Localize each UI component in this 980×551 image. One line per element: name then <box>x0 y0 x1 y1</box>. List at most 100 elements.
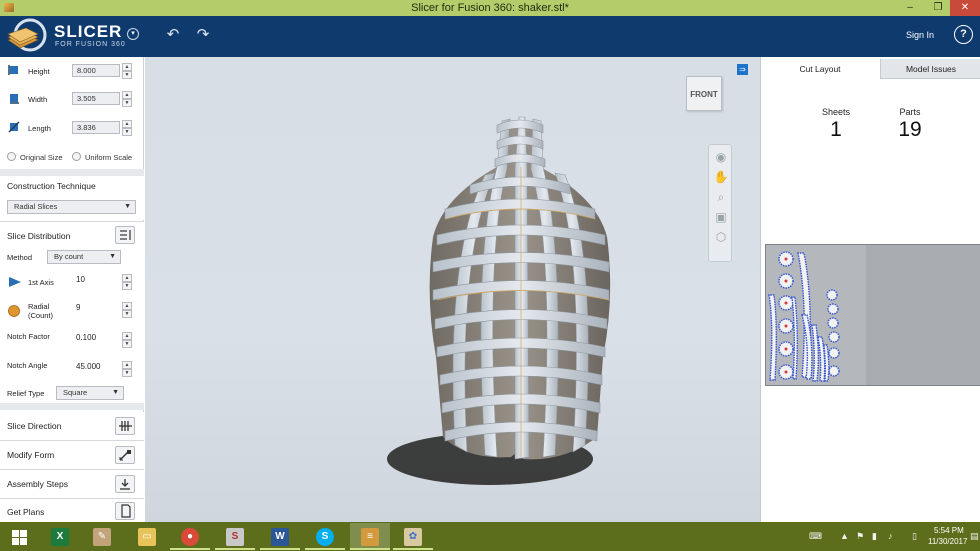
relief-type-dropdown[interactable]: Square ▼ <box>56 386 124 400</box>
original-size-radio[interactable] <box>7 152 16 161</box>
get-plans-heading: Get Plans <box>7 507 45 517</box>
radial-label: Radial <box>28 302 50 311</box>
paint-icon: ✎ <box>93 528 111 546</box>
start-button[interactable] <box>0 523 40 550</box>
logo-subtitle: FOR FUSION 360 <box>55 41 126 48</box>
slice-direction-section[interactable]: Slice Direction <box>0 412 144 440</box>
keyboard-icon[interactable]: ⌨ <box>809 531 822 542</box>
construction-dropdown[interactable]: Radial Slices ▼ <box>7 200 136 214</box>
undo-button[interactable]: ↶ <box>162 26 184 44</box>
clock-time[interactable]: 5:54 PM <box>934 526 964 535</box>
redo-button[interactable]: ↷ <box>192 26 214 44</box>
distribution-options-button[interactable] <box>115 226 135 244</box>
assembly-steps-button[interactable] <box>115 475 135 493</box>
method-dropdown[interactable]: By count ▼ <box>47 250 121 264</box>
help-button[interactable]: ? <box>954 25 973 44</box>
slicer-logo-icon <box>7 18 47 52</box>
relief-type-label: Relief Type <box>7 389 45 398</box>
width-icon <box>10 94 19 104</box>
slicer-icon: ≡ <box>361 528 379 546</box>
assembly-steps-section[interactable]: Assembly Steps <box>0 470 144 498</box>
construction-section: Construction Technique Radial Slices ▼ <box>0 176 144 220</box>
section-separator <box>0 169 144 176</box>
taskbar-paint-palette[interactable]: ✿ <box>393 523 433 550</box>
taskbar-word[interactable]: W <box>260 523 300 550</box>
length-input[interactable]: 3.836 <box>72 121 120 134</box>
chevron-down-icon: ▼ <box>112 389 119 396</box>
modify-form-section[interactable]: Modify Form <box>0 441 144 469</box>
assembly-icon <box>120 479 130 490</box>
taskbar-app-s[interactable]: S <box>215 523 255 550</box>
radial-stepper[interactable]: ▲ ▼ <box>122 302 132 318</box>
palette-icon: ✿ <box>404 528 422 546</box>
app-s-icon: S <box>226 528 244 546</box>
axis-stepper[interactable]: ▲ ▼ <box>122 274 132 290</box>
close-button[interactable]: ✕ <box>950 0 980 16</box>
taskbar-excel[interactable]: X <box>40 523 80 550</box>
uniform-scale-radio[interactable] <box>72 152 81 161</box>
length-stepper[interactable]: ▲ ▼ <box>122 120 132 136</box>
notch-factor-stepper[interactable]: ▲ ▼ <box>122 332 132 348</box>
radial-input[interactable]: 9 <box>76 303 120 312</box>
height-stepper[interactable]: ▲ ▼ <box>122 63 132 79</box>
taskbar-slicer[interactable]: ≡ <box>350 523 390 550</box>
zoom-icon[interactable]: ⌕ <box>713 189 729 205</box>
sheet-preview[interactable] <box>765 244 980 386</box>
taskbar-paint[interactable]: ✎ <box>82 523 122 550</box>
taskbar-skype[interactable]: S <box>305 523 345 550</box>
notch-angle-input[interactable]: 45.000 <box>76 362 120 371</box>
panel-toggle-button[interactable]: ⇒ <box>737 64 748 75</box>
shaker-model[interactable] <box>145 57 760 522</box>
app-menu-button[interactable]: ▾ <box>127 28 139 40</box>
tab-model-issues[interactable]: Model Issues <box>880 59 980 79</box>
relief-type-value: Square <box>63 388 88 397</box>
notifications-icon[interactable]: ▤ <box>970 531 979 542</box>
windows-logo-icon <box>12 530 27 545</box>
app-header: SLICER FOR FUSION 360 ▾ ↶ ↷ Sign In ? <box>0 16 980 57</box>
cut-layout-panel: Cut Layout Model Issues Sheets 1 Parts 1… <box>760 57 980 522</box>
notch-factor-label: Notch Factor <box>7 332 50 341</box>
get-plans-section[interactable]: Get Plans <box>0 499 144 522</box>
height-icon <box>8 65 18 75</box>
tray-overflow-icon[interactable]: ▲ <box>840 531 849 541</box>
sign-in-link[interactable]: Sign In <box>906 30 934 40</box>
3d-viewport[interactable]: ⇒ FRONT ◉ ✋ ⌕ ▣ ⬡ <box>145 57 760 522</box>
battery-icon[interactable]: ▯ <box>912 531 917 542</box>
orbit-icon[interactable]: ◉ <box>713 149 729 165</box>
notch-angle-stepper[interactable]: ▲ ▼ <box>122 361 132 377</box>
axis-label: 1st Axis <box>28 278 54 287</box>
clock-date[interactable]: 11/30/2017 <box>928 537 967 546</box>
action-center-icon[interactable]: ⚑ <box>856 531 864 542</box>
view-cube[interactable]: FRONT <box>686 76 722 111</box>
taskbar-chrome[interactable]: ● <box>170 523 210 550</box>
skype-icon: S <box>316 528 334 546</box>
axis-input[interactable]: 10 <box>76 275 120 284</box>
construction-value: Radial Slices <box>14 202 58 211</box>
home-view-icon[interactable]: ⬡ <box>713 229 729 245</box>
height-input[interactable]: 8.000 <box>72 64 120 77</box>
assembly-steps-heading: Assembly Steps <box>7 479 68 489</box>
folder-icon: ▭ <box>138 528 156 546</box>
width-input[interactable]: 3.505 <box>72 92 120 105</box>
distribution-section: Slice Distribution Method By count ▼ 1st… <box>0 222 144 410</box>
slice-direction-icon <box>119 421 132 431</box>
taskbar-file-explorer[interactable]: ▭ <box>127 523 167 550</box>
list-icon <box>120 230 131 240</box>
volume-icon[interactable]: ♪ <box>888 531 893 541</box>
radial-icon <box>8 305 20 317</box>
get-plans-button[interactable] <box>115 502 135 520</box>
fit-view-icon[interactable]: ▣ <box>713 209 729 225</box>
method-label: Method <box>7 253 33 262</box>
tab-cut-layout[interactable]: Cut Layout <box>761 59 879 79</box>
pan-hand-icon[interactable]: ✋ <box>713 169 729 185</box>
maximize-button[interactable]: ❐ <box>924 0 952 16</box>
modify-form-button[interactable] <box>115 446 135 464</box>
notch-factor-input[interactable]: 0.100 <box>76 333 120 342</box>
width-stepper[interactable]: ▲ ▼ <box>122 91 132 107</box>
windows-taskbar: X ✎ ▭ ● S W S ≡ ✿ ⌨ ▲ ⚑ ▮ ♪ ▯ 5:54 PM 11… <box>0 522 980 551</box>
network-icon[interactable]: ▮ <box>872 531 877 542</box>
method-value: By count <box>54 252 84 261</box>
slice-direction-button[interactable] <box>115 417 135 435</box>
length-row: Length 3.836 ▲ ▼ <box>0 117 144 139</box>
minimize-button[interactable]: – <box>896 0 924 16</box>
